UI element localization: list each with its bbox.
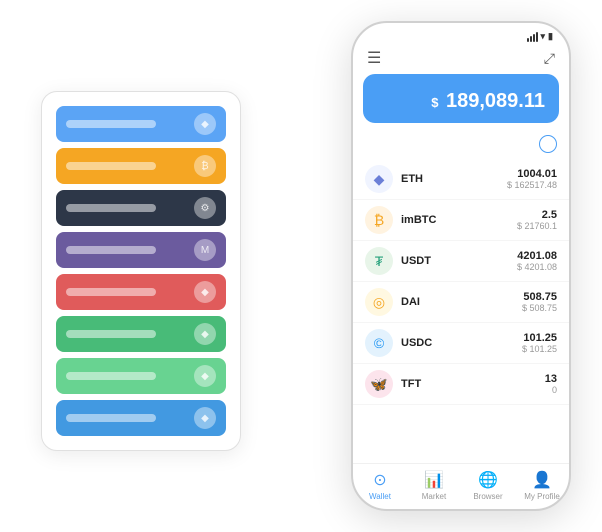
profile-nav-label: My Profile — [524, 492, 560, 501]
card-stack: ◆ ₿ ⚙ M ◆ ◆ ◆ ◆ — [41, 91, 241, 451]
eth-currency-symbol: $ — [431, 95, 438, 110]
asset-values-usdt: 4201.08 $ 4201.08 — [517, 250, 557, 272]
market-nav-icon: 📊 — [424, 470, 444, 490]
asset-usd-imbtc: $ 21760.1 — [517, 221, 557, 231]
asset-icon-usdt: ₮ — [365, 247, 393, 275]
bottom-nav: ⊙ Wallet 📊 Market 🌐 Browser 👤 My Profile — [353, 463, 569, 509]
asset-list: ◆ ETH 1004.01 $ 162517.48 ₿ imBTC 2.5 $ … — [353, 159, 569, 463]
asset-amount-eth: 1004.01 — [507, 168, 557, 180]
menu-icon[interactable]: ☰ — [367, 48, 381, 68]
card-icon: ◆ — [194, 113, 216, 135]
card-bar — [66, 120, 156, 128]
card-bar — [66, 246, 156, 254]
asset-item-usdt[interactable]: ₮ USDT 4201.08 $ 4201.08 — [353, 241, 569, 282]
asset-info-dai: DAI — [401, 296, 522, 308]
card-icon: ⚙ — [194, 197, 216, 219]
card-icon: ◆ — [194, 281, 216, 303]
signal-icon — [527, 32, 538, 42]
card-icon: ◆ — [194, 323, 216, 345]
asset-amount-usdt: 4201.08 — [517, 250, 557, 262]
add-asset-button[interactable] — [539, 135, 557, 153]
card-icon: M — [194, 239, 216, 261]
card-bar — [66, 414, 156, 422]
asset-info-tft: TFT — [401, 378, 545, 390]
card-bar — [66, 162, 156, 170]
asset-item-tft[interactable]: 🦋 TFT 13 0 — [353, 364, 569, 405]
asset-info-usdc: USDC — [401, 337, 522, 349]
asset-usd-dai: $ 508.75 — [522, 303, 557, 313]
card-icon: ₿ — [194, 155, 216, 177]
asset-name-tft: TFT — [401, 378, 545, 390]
asset-name-usdc: USDC — [401, 337, 522, 349]
stack-card-3[interactable]: M — [56, 232, 226, 268]
asset-name-imbtc: imBTC — [401, 214, 517, 226]
asset-amount-usdc: 101.25 — [522, 332, 557, 344]
assets-header — [353, 131, 569, 159]
eth-card-balance: $ 189,089.11 — [375, 90, 547, 113]
wallet-nav-label: Wallet — [369, 492, 391, 501]
phone-header: ☰ ⤢ — [353, 44, 569, 74]
status-icons: ▾ ▮ — [527, 31, 553, 42]
stack-card-6[interactable]: ◆ — [56, 358, 226, 394]
battery-icon: ▮ — [548, 31, 553, 42]
wallet-nav-icon: ⊙ — [373, 470, 386, 490]
asset-icon-usdc: © — [365, 329, 393, 357]
card-bar — [66, 204, 156, 212]
asset-item-eth[interactable]: ◆ ETH 1004.01 $ 162517.48 — [353, 159, 569, 200]
browser-nav-icon: 🌐 — [478, 470, 498, 490]
nav-item-profile[interactable]: 👤 My Profile — [515, 470, 569, 501]
asset-icon-dai: ◎ — [365, 288, 393, 316]
asset-name-eth: ETH — [401, 173, 507, 185]
asset-values-eth: 1004.01 $ 162517.48 — [507, 168, 557, 190]
asset-values-usdc: 101.25 $ 101.25 — [522, 332, 557, 354]
asset-icon-imbtc: ₿ — [365, 206, 393, 234]
nav-item-browser[interactable]: 🌐 Browser — [461, 470, 515, 501]
asset-values-dai: 508.75 $ 508.75 — [522, 291, 557, 313]
expand-icon[interactable]: ⤢ — [544, 50, 555, 67]
wifi-icon: ▾ — [541, 31, 546, 42]
browser-nav-label: Browser — [473, 492, 502, 501]
market-nav-label: Market — [422, 492, 446, 501]
stack-card-4[interactable]: ◆ — [56, 274, 226, 310]
asset-amount-tft: 13 — [545, 373, 557, 385]
asset-icon-eth: ◆ — [365, 165, 393, 193]
phone-mockup: ▾ ▮ ☰ ⤢ $ 189,089.11 — [351, 21, 571, 511]
stack-card-0[interactable]: ◆ — [56, 106, 226, 142]
asset-item-imbtc[interactable]: ₿ imBTC 2.5 $ 21760.1 — [353, 200, 569, 241]
asset-usd-usdt: $ 4201.08 — [517, 262, 557, 272]
profile-nav-icon: 👤 — [532, 470, 552, 490]
asset-amount-dai: 508.75 — [522, 291, 557, 303]
card-bar — [66, 330, 156, 338]
asset-icon-tft: 🦋 — [365, 370, 393, 398]
asset-info-eth: ETH — [401, 173, 507, 185]
nav-item-wallet[interactable]: ⊙ Wallet — [353, 470, 407, 501]
stack-card-1[interactable]: ₿ — [56, 148, 226, 184]
eth-card[interactable]: $ 189,089.11 — [363, 74, 559, 123]
asset-item-dai[interactable]: ◎ DAI 508.75 $ 508.75 — [353, 282, 569, 323]
card-icon: ◆ — [194, 365, 216, 387]
scene: ◆ ₿ ⚙ M ◆ ◆ ◆ ◆ — [11, 11, 591, 521]
asset-values-imbtc: 2.5 $ 21760.1 — [517, 209, 557, 231]
asset-item-usdc[interactable]: © USDC 101.25 $ 101.25 — [353, 323, 569, 364]
stack-card-7[interactable]: ◆ — [56, 400, 226, 436]
asset-usd-usdc: $ 101.25 — [522, 344, 557, 354]
stack-card-2[interactable]: ⚙ — [56, 190, 226, 226]
card-bar — [66, 288, 156, 296]
card-icon: ◆ — [194, 407, 216, 429]
status-bar: ▾ ▮ — [353, 23, 569, 44]
asset-values-tft: 13 0 — [545, 373, 557, 395]
asset-usd-eth: $ 162517.48 — [507, 180, 557, 190]
stack-card-5[interactable]: ◆ — [56, 316, 226, 352]
asset-name-dai: DAI — [401, 296, 522, 308]
asset-info-imbtc: imBTC — [401, 214, 517, 226]
nav-item-market[interactable]: 📊 Market — [407, 470, 461, 501]
card-bar — [66, 372, 156, 380]
asset-name-usdt: USDT — [401, 255, 517, 267]
asset-info-usdt: USDT — [401, 255, 517, 267]
asset-usd-tft: 0 — [545, 385, 557, 395]
asset-amount-imbtc: 2.5 — [517, 209, 557, 221]
